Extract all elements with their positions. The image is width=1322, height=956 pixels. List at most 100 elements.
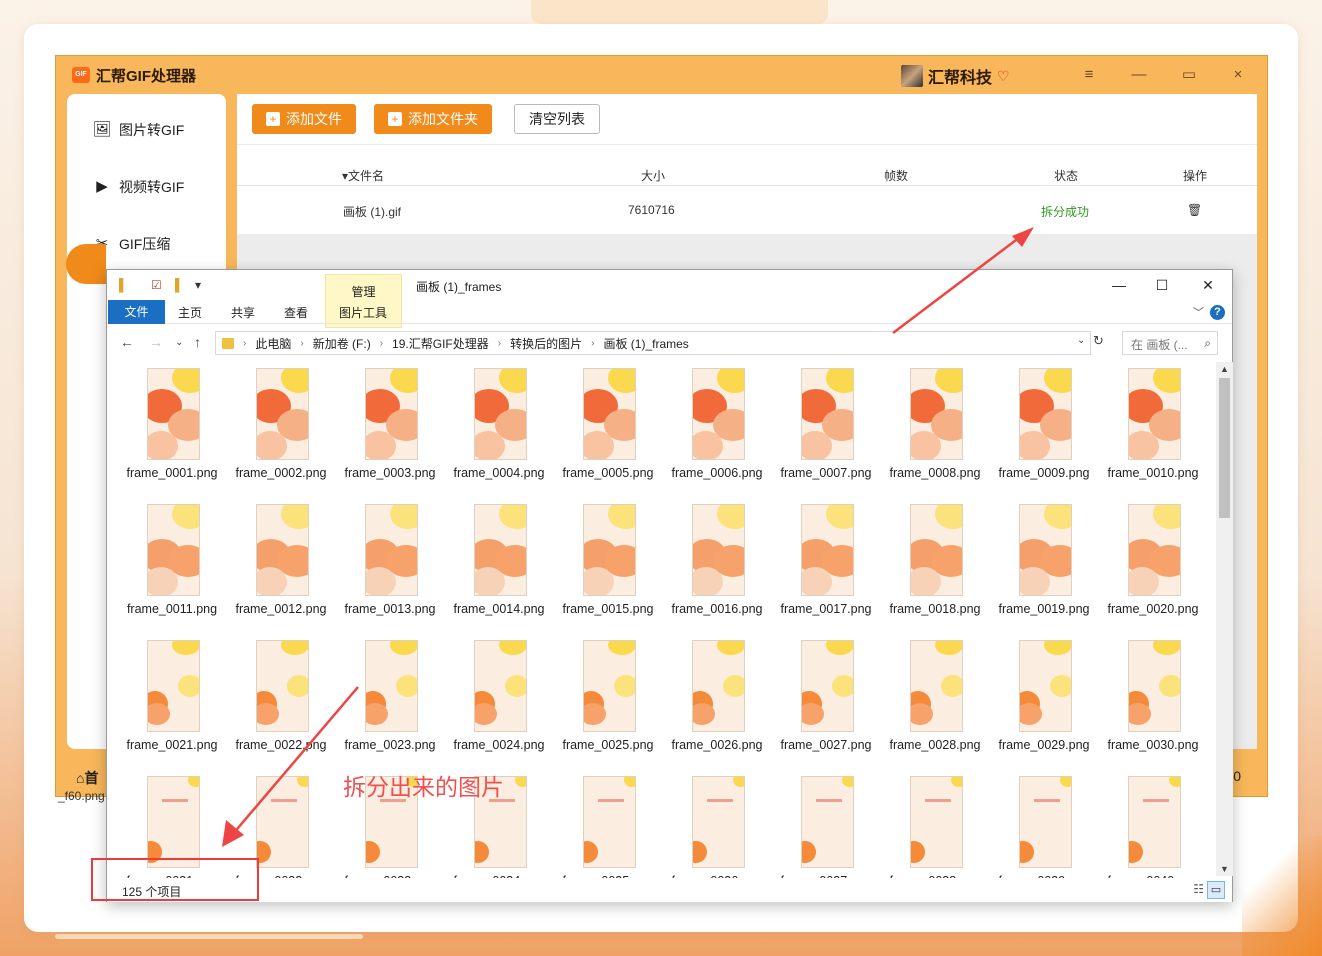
explorer-close-button[interactable]: ✕ [1193, 275, 1223, 295]
file-item[interactable]: frame_0008.png [885, 368, 985, 504]
image-thumbnail [692, 776, 745, 868]
file-item[interactable]: frame_0019.png [994, 504, 1094, 640]
breadcrumb-item[interactable]: 此电脑 [255, 335, 291, 352]
file-item[interactable]: frame_0005.png [558, 368, 658, 504]
refresh-icon[interactable]: ↻ [1093, 333, 1104, 349]
recent-dropdown-icon[interactable]: ⌄ [175, 337, 183, 348]
scroll-down-icon[interactable]: ▼ [1220, 864, 1229, 874]
image-thumbnail [801, 640, 854, 732]
chevron-right-icon: › [591, 337, 595, 349]
file-item[interactable]: frame_0040.png [1103, 776, 1203, 878]
large-icons-view-icon[interactable]: ▭ [1207, 881, 1225, 899]
file-item[interactable]: frame_0013.png [340, 504, 440, 640]
file-item[interactable]: frame_0018.png [885, 504, 985, 640]
image-thumbnail [1128, 776, 1181, 868]
file-item[interactable]: frame_0038.png [885, 776, 985, 878]
breadcrumb-item[interactable]: 19.汇帮GIF处理器 [392, 335, 489, 352]
column-header-name[interactable]: ▾文件名 [342, 167, 384, 184]
chevron-down-icon[interactable]: ﹀ [1193, 304, 1204, 320]
company-account[interactable]: 汇帮科技 ♡ [901, 64, 1013, 88]
back-arrow-icon[interactable]: ← [120, 334, 134, 350]
file-item[interactable]: frame_0006.png [667, 368, 767, 504]
add-file-label: 添加文件 [286, 111, 342, 127]
file-item[interactable]: frame_0004.png [449, 368, 549, 504]
file-item[interactable]: frame_0035.png [558, 776, 658, 878]
close-button[interactable]: × [1226, 64, 1250, 86]
tab-view[interactable]: 查看 [284, 303, 308, 323]
file-item[interactable]: frame_0025.png [558, 640, 658, 776]
explorer-maximize-button[interactable]: ☐ [1147, 275, 1177, 295]
address-dropdown-icon[interactable]: ⌄ [1077, 335, 1085, 346]
file-item[interactable]: frame_0022.png [231, 640, 331, 776]
column-header-status[interactable]: 状态 [1054, 167, 1078, 184]
tab-share[interactable]: 共享 [231, 303, 255, 323]
vertical-scrollbar[interactable]: ▲ ▼ [1216, 362, 1233, 876]
file-item[interactable]: frame_0021.png [122, 640, 222, 776]
file-item[interactable]: frame_0039.png [994, 776, 1094, 878]
explorer-minimize-button[interactable]: — [1104, 275, 1134, 295]
address-bar[interactable]: › 此电脑 › 新加卷 (F:) › 19.汇帮GIF处理器 › 转换后的图片 … [215, 331, 1091, 355]
file-item[interactable]: frame_0002.png [231, 368, 331, 504]
up-arrow-icon[interactable]: ↑ [194, 334, 201, 350]
sidebar-item-image-to-gif[interactable]: 🖼 图片转GIF [92, 120, 184, 140]
file-item[interactable]: frame_0015.png [558, 504, 658, 640]
file-item[interactable]: frame_0009.png [994, 368, 1094, 504]
new-folder-icon[interactable]: ▌ [175, 278, 184, 292]
file-name: frame_0008.png [889, 466, 981, 480]
scroll-up-icon[interactable]: ▲ [1220, 364, 1229, 374]
file-item[interactable]: frame_0020.png [1103, 504, 1203, 640]
clear-list-button[interactable]: 清空列表 [514, 104, 600, 134]
details-view-icon[interactable]: ☷ [1193, 882, 1204, 896]
image-thumbnail [1128, 368, 1181, 460]
file-item[interactable]: frame_0010.png [1103, 368, 1203, 504]
tab-home[interactable]: 主页 [178, 303, 202, 323]
file-item[interactable]: frame_0030.png [1103, 640, 1203, 776]
file-item[interactable]: frame_0014.png [449, 504, 549, 640]
file-item[interactable]: frame_0012.png [231, 504, 331, 640]
sidebar-item-video-to-gif[interactable]: ▶ 视频转GIF [92, 177, 184, 197]
add-file-button[interactable]: + 添加文件 [252, 104, 356, 134]
file-item[interactable]: frame_0017.png [776, 504, 876, 640]
breadcrumb-item[interactable]: 新加卷 (F:) [313, 335, 371, 352]
file-item[interactable]: frame_0027.png [776, 640, 876, 776]
file-item[interactable]: frame_0028.png [885, 640, 985, 776]
file-item[interactable]: frame_0023.png [340, 640, 440, 776]
file-name: frame_0005.png [562, 466, 654, 480]
column-header-size[interactable]: 大小 [641, 167, 665, 184]
properties-icon[interactable]: ☑ [151, 278, 162, 292]
file-item[interactable]: frame_0037.png [776, 776, 876, 878]
tab-file[interactable]: 文件 [108, 300, 165, 324]
file-item[interactable]: frame_0024.png [449, 640, 549, 776]
tab-picture-tools[interactable]: 图片工具 [339, 303, 387, 323]
file-item[interactable]: frame_0011.png [122, 504, 222, 640]
file-item[interactable]: frame_0026.png [667, 640, 767, 776]
home-link[interactable]: ⌂首 [76, 768, 98, 788]
file-item[interactable]: frame_0036.png [667, 776, 767, 878]
file-item[interactable]: frame_0016.png [667, 504, 767, 640]
image-thumbnail [256, 640, 309, 732]
minimize-button[interactable]: — [1127, 64, 1151, 86]
forward-arrow-icon[interactable]: → [149, 334, 163, 350]
menu-icon[interactable]: ≡ [1077, 64, 1101, 86]
column-header-frames[interactable]: 帧数 [884, 167, 908, 184]
file-item[interactable]: frame_0007.png [776, 368, 876, 504]
file-item[interactable]: frame_0003.png [340, 368, 440, 504]
vip-heart-icon[interactable]: ♡ [997, 68, 1013, 84]
add-folder-button[interactable]: + 添加文件夹 [374, 104, 492, 134]
search-input[interactable]: 在 画板 (... ⌕ [1122, 331, 1218, 355]
file-name: frame_0013.png [344, 602, 436, 616]
file-item[interactable]: frame_0001.png [122, 368, 222, 504]
scrollbar-thumb[interactable] [1219, 378, 1230, 518]
file-name: frame_0023.png [344, 738, 436, 752]
quick-access-dropdown-icon[interactable]: ▾ [195, 278, 201, 292]
file-name: frame_0028.png [889, 738, 981, 752]
chevron-right-icon: › [379, 337, 384, 349]
image-thumbnail [365, 640, 418, 732]
breadcrumb-item[interactable]: 转换后的图片 [510, 335, 582, 352]
maximize-button[interactable]: ▭ [1177, 64, 1201, 86]
breadcrumb-item[interactable]: 画板 (1)_frames [603, 335, 688, 352]
help-icon[interactable]: ? [1210, 305, 1225, 320]
delete-icon[interactable]: 🗑 [1187, 203, 1202, 217]
play-icon: ▶ [96, 178, 108, 195]
file-item[interactable]: frame_0029.png [994, 640, 1094, 776]
